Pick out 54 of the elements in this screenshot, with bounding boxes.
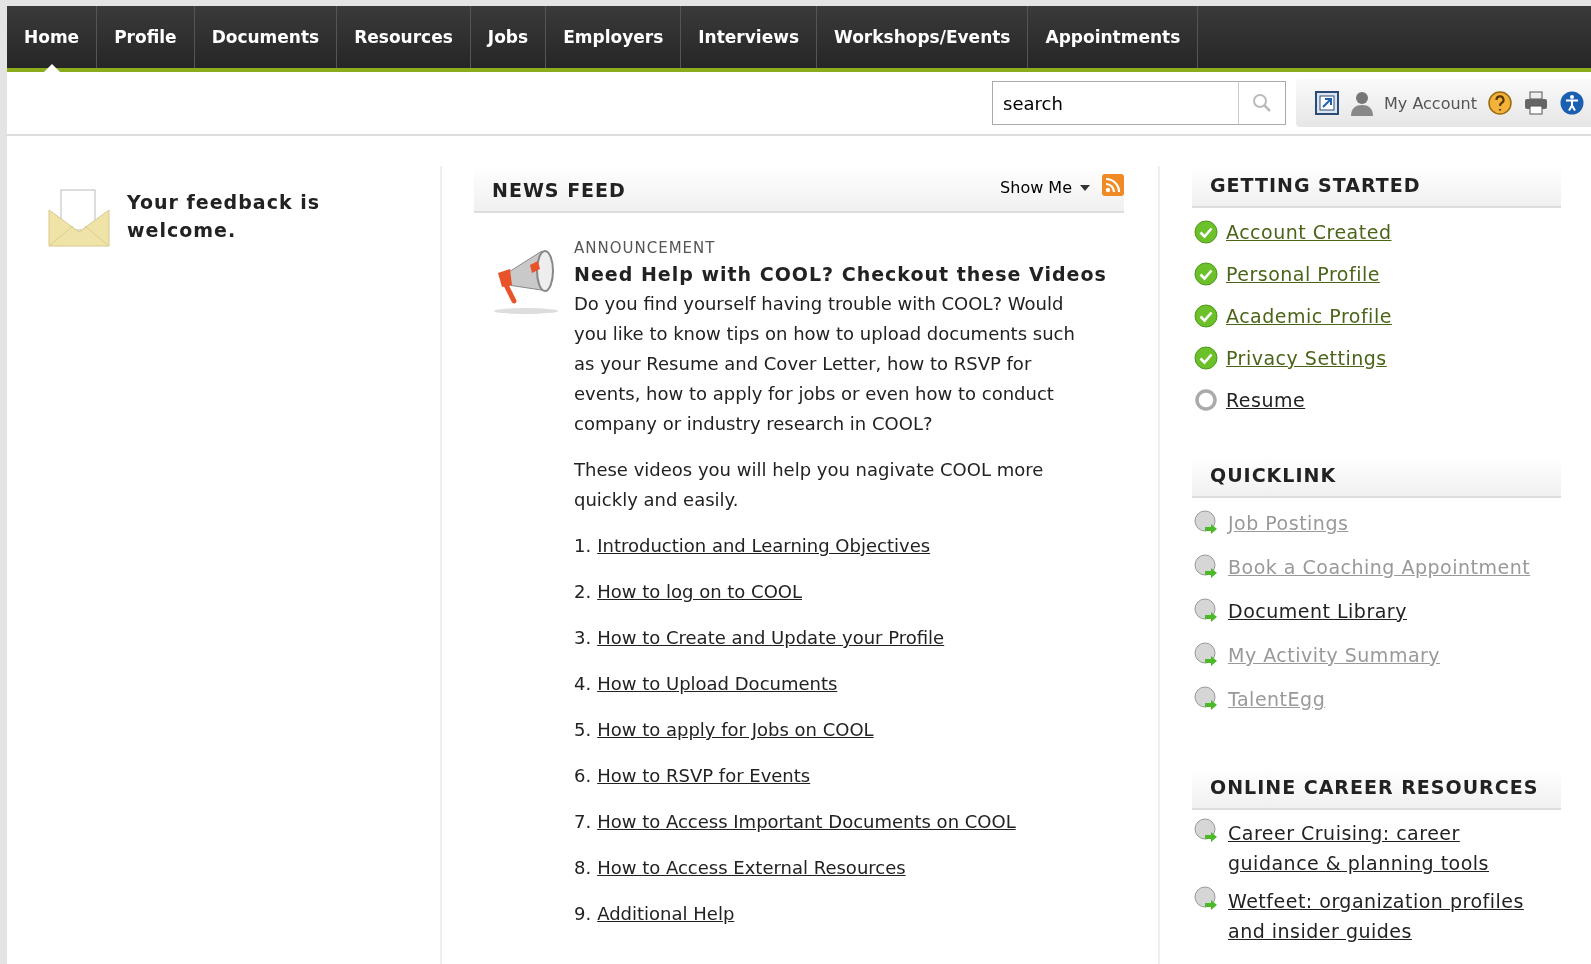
search-icon — [1252, 93, 1273, 113]
checklist-link[interactable]: Privacy Settings — [1226, 347, 1387, 369]
checklist-link[interactable]: Academic Profile — [1226, 305, 1392, 327]
quick-link[interactable]: Document Library — [1228, 600, 1407, 622]
nav-tab[interactable]: Resources — [337, 6, 471, 68]
list-number: 7. — [574, 811, 592, 832]
list-number: 5. — [574, 719, 592, 740]
list-number: 1. — [574, 535, 592, 556]
checklist-link[interactable]: Account Created — [1226, 221, 1392, 243]
printer-icon[interactable] — [1523, 90, 1549, 116]
video-link[interactable]: How to Access Important Documents on COOL — [597, 811, 1016, 832]
list-number: 3. — [574, 627, 592, 648]
caret-icon — [1080, 184, 1090, 191]
list-number: 9. — [574, 903, 592, 924]
resource-link[interactable]: Career Cruising: career guidance & planning tools — [1228, 818, 1556, 878]
video-link[interactable]: How to Upload Documents — [597, 673, 838, 694]
nav-tab[interactable]: Appointments — [1028, 6, 1199, 68]
show-me-dropdown[interactable]: Show Me — [1000, 174, 1090, 201]
list-number: 2. — [574, 581, 592, 602]
nav-tab[interactable]: Interviews — [681, 6, 817, 68]
envelope-icon — [47, 188, 111, 248]
section-title: ONLINE CAREER RESOURCES — [1210, 776, 1539, 798]
announcement-title: Need Help with COOL? Checkout these Videos — [574, 263, 1107, 285]
checklist-link[interactable]: Personal Profile — [1226, 263, 1380, 285]
nav-tab[interactable]: Workshops/Events — [817, 6, 1029, 68]
checklist-link[interactable]: Resume — [1226, 389, 1306, 411]
video-link[interactable]: How to log on to COOL — [597, 581, 802, 602]
resource-link[interactable]: Wetfeet: organization profiles and insider guides — [1228, 886, 1556, 946]
nav-tab[interactable]: Jobs — [470, 6, 547, 68]
announcement-label: ANNOUNCEMENT — [574, 239, 717, 257]
user-icon[interactable] — [1350, 90, 1375, 116]
announcement-text: These videos you will help you nagivate COOL more quickly and easily. — [574, 458, 1045, 512]
list-number: 4. — [574, 673, 592, 694]
section-title: QUICKLINK — [1210, 464, 1337, 486]
video-link[interactable]: How to RSVP for Events — [597, 765, 811, 786]
video-link[interactable]: How to apply for Jobs on COOL — [597, 719, 874, 740]
video-link[interactable]: Additional Help — [597, 903, 735, 924]
list-number: 8. — [574, 857, 592, 878]
feedback-link[interactable]: Your feedback is welcome. — [127, 188, 347, 244]
nav-tab[interactable]: Employers — [546, 6, 682, 68]
external-window-icon[interactable] — [1314, 90, 1341, 116]
section-title: NEWS FEED — [492, 179, 626, 201]
help-icon[interactable] — [1487, 90, 1513, 116]
accessibility-icon[interactable] — [1559, 90, 1585, 116]
my-account-link[interactable]: My Account — [1384, 93, 1477, 113]
nav-tab[interactable]: Profile — [97, 6, 195, 68]
announcement-text: Do you find yourself having trouble with COOL? Would you like to know tips on how to upload documents such as your Resume and Cover Letter, how to RSVP for events, how to apply for jobs or even how to conduct company or industry research in COOL? — [574, 292, 1076, 436]
list-number: 6. — [574, 765, 592, 786]
video-link[interactable]: Introduction and Learning Objectives — [597, 535, 931, 556]
video-link[interactable]: How to Access External Resources — [597, 857, 906, 878]
section-title: GETTING STARTED — [1210, 174, 1421, 196]
nav-tab[interactable]: Documents — [194, 6, 338, 68]
video-link[interactable]: How to Create and Update your Profile — [597, 627, 945, 648]
search-field[interactable]: search — [992, 81, 1240, 125]
